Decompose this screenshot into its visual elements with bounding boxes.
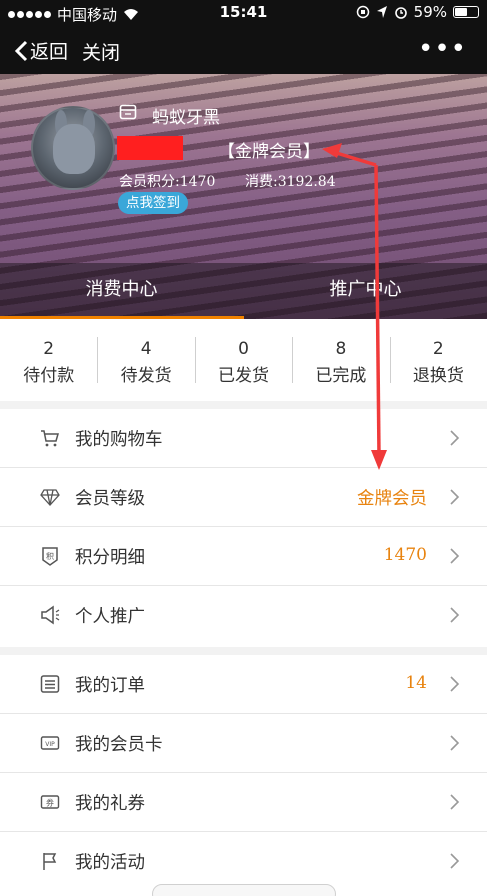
battery-percent: 59%: [413, 3, 447, 21]
close-button[interactable]: 关闭: [82, 38, 120, 65]
svg-text:积: 积: [46, 551, 54, 561]
alarm-icon: [394, 7, 407, 19]
menu-item-shopping-cart[interactable]: 我的购物车: [0, 409, 487, 468]
stat-shipped[interactable]: 0 已发货: [194, 319, 292, 401]
tab-consumption-center[interactable]: 消费中心: [0, 263, 243, 319]
tab-promotion-center[interactable]: 推广中心: [244, 263, 487, 319]
svg-text:VIP: VIP: [45, 741, 55, 748]
member-level-value: 金牌会员: [357, 489, 427, 509]
chevron-right-icon: [450, 548, 460, 564]
menu-label: 会员等级: [75, 489, 145, 509]
stat-pending-shipment[interactable]: 4 待发货: [97, 319, 194, 401]
order-status-bar: 2 待付款 4 待发货 0 已发货 8 已完成 2 退换货: [0, 319, 487, 401]
megaphone-icon: [41, 605, 60, 625]
chevron-left-icon: [14, 40, 28, 61]
stat-label: 退换货: [412, 366, 464, 386]
menu-label: 我的会员卡: [75, 735, 163, 755]
chevron-right-icon: [450, 676, 460, 692]
chevron-right-icon: [450, 853, 460, 869]
stat-count: 8: [335, 339, 347, 359]
redacted-name: [117, 136, 183, 160]
bottom-handle: [152, 884, 336, 896]
menu-label: 我的礼券: [75, 794, 145, 814]
menu-item-member-level[interactable]: 会员等级 金牌会员: [0, 468, 487, 527]
stat-label: 已发货: [218, 366, 270, 386]
member-level-badge: 【金牌会员】: [218, 142, 320, 162]
stat-label: 待付款: [23, 366, 75, 386]
location-icon: [376, 6, 387, 18]
center-tabs: 消费中心 推广中心: [0, 263, 487, 319]
stat-count: 0: [238, 339, 249, 359]
status-right: 59%: [356, 3, 479, 21]
member-points: 会员积分:1470: [119, 174, 216, 190]
menu-item-my-activities[interactable]: 我的活动: [0, 832, 487, 891]
chevron-right-icon: [450, 735, 460, 751]
cart-icon: [41, 430, 59, 447]
order-list-icon: [40, 675, 60, 693]
chevron-right-icon: [450, 794, 460, 810]
menu-item-member-card[interactable]: VIP 我的会员卡: [0, 714, 487, 773]
menu-item-my-orders[interactable]: 我的订单 14: [0, 655, 487, 714]
menu-group-orders: 我的订单 14 VIP 我的会员卡 券 我的礼券 我的活动: [0, 655, 487, 896]
svg-text:券: 券: [46, 798, 54, 808]
username: 蚂蚁牙黑: [152, 108, 220, 128]
chevron-right-icon: [450, 607, 460, 623]
chevron-right-icon: [450, 489, 460, 505]
menu-item-personal-promotion[interactable]: 个人推广: [0, 586, 487, 645]
back-button[interactable]: 返回: [14, 37, 68, 64]
stat-returns[interactable]: 2 退换货: [389, 319, 487, 401]
stat-label: 已完成: [315, 366, 367, 386]
signin-button[interactable]: 点我签到: [118, 192, 188, 214]
menu-label: 积分明细: [75, 548, 145, 568]
stat-count: 2: [43, 339, 55, 359]
shop-icon: [119, 104, 137, 120]
menu-item-points-detail[interactable]: 积 积分明细 1470: [0, 527, 487, 586]
points-icon: 积: [42, 547, 58, 566]
chevron-right-icon: [450, 430, 460, 446]
stat-completed[interactable]: 8 已完成: [292, 319, 389, 401]
stat-pending-payment[interactable]: 2 待付款: [0, 319, 97, 401]
order-count: 14: [405, 673, 427, 693]
profile-banner: 蚂蚁牙黑 【金牌会员】 会员积分:1470 消费:3192.84 点我签到 消费…: [0, 74, 487, 319]
points-value: 1470: [383, 545, 427, 565]
flag-icon: [43, 853, 57, 870]
rotation-lock-icon: [356, 5, 369, 19]
stat-count: 2: [432, 339, 444, 359]
stat-count: 4: [140, 339, 152, 359]
stat-label: 待发货: [120, 366, 172, 386]
vip-card-icon: VIP: [40, 736, 60, 750]
battery-icon: [453, 6, 479, 18]
nav-bar: 返回 关闭 •••: [0, 26, 487, 74]
menu-label: 个人推广: [75, 607, 145, 627]
diamond-icon: [40, 489, 60, 506]
total-spent: 消费:3192.84: [245, 174, 336, 190]
back-label: 返回: [30, 41, 69, 63]
menu-label: 我的订单: [75, 676, 145, 696]
status-bar: 中国移动 15:41 59%: [0, 0, 487, 26]
menu-label: 我的活动: [75, 853, 145, 873]
menu-label: 我的购物车: [75, 430, 163, 450]
menu-group-account: 我的购物车 会员等级 金牌会员 积 积分明细 1470 个人推广: [0, 409, 487, 647]
coupon-icon: 券: [40, 795, 60, 809]
avatar[interactable]: [31, 106, 115, 190]
more-button[interactable]: •••: [418, 34, 467, 64]
menu-item-gift-coupons[interactable]: 券 我的礼券: [0, 773, 487, 832]
